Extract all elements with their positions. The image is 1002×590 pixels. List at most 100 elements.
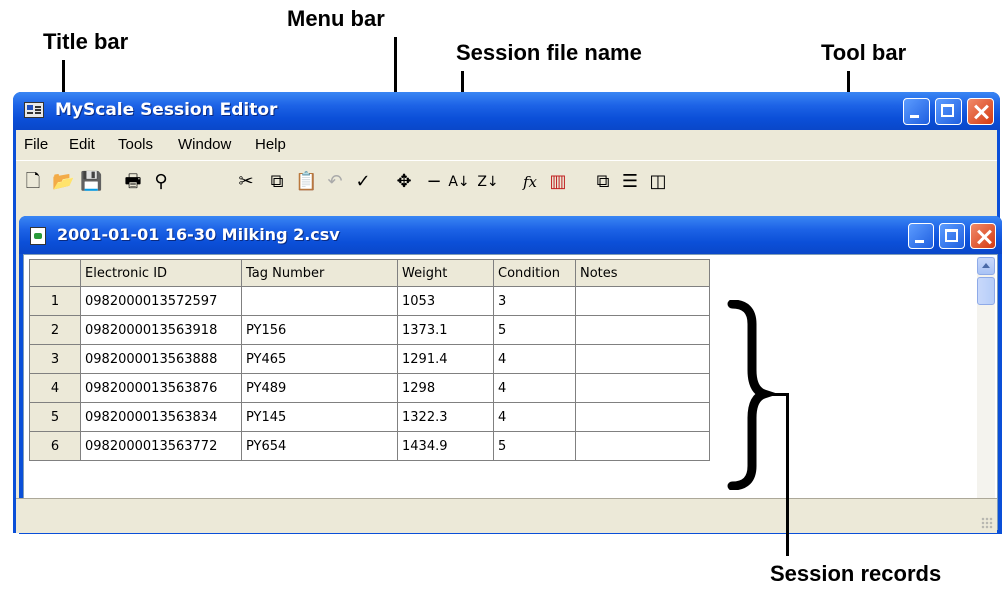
menu-help[interactable]: Help (255, 136, 286, 153)
menu-window[interactable]: Window (178, 136, 231, 153)
table-cell[interactable]: 1434.9 (397, 431, 494, 461)
table-cell[interactable]: 3 (493, 286, 576, 316)
table-row: 5 0982000013563834 PY145 1322.3 4 (29, 402, 710, 432)
table-cell[interactable]: PY654 (241, 431, 398, 461)
table-cell[interactable]: 1053 (397, 286, 494, 316)
table-row: 6 0982000013563772 PY654 1434.9 5 (29, 431, 710, 461)
corner-cell[interactable] (29, 259, 81, 287)
vertical-scrollbar[interactable] (977, 257, 995, 527)
table-cell[interactable]: 4 (493, 402, 576, 432)
new-icon[interactable]: 🗋 (22, 171, 44, 193)
save-icon[interactable]: 💾 (80, 171, 102, 193)
check-icon[interactable]: ✓ (352, 171, 374, 193)
tool-bar-callout: Tool bar (821, 40, 907, 65)
table-cell[interactable]: 1373.1 (397, 315, 494, 345)
session-records-callout-line (786, 393, 789, 556)
table-cell[interactable]: 1298 (397, 373, 494, 403)
remove-row-icon[interactable]: − (423, 171, 445, 193)
document-icon[interactable] (30, 227, 46, 245)
sort-descending-icon[interactable]: Z↓ (477, 171, 499, 193)
function-icon[interactable]: fx (519, 171, 541, 193)
undo-icon[interactable]: ↶ (324, 171, 346, 193)
menu-file[interactable]: File (24, 136, 48, 153)
table-cell[interactable]: PY145 (241, 402, 398, 432)
cut-icon[interactable]: ✂ (235, 171, 257, 193)
document-maximize-button[interactable] (939, 223, 965, 249)
row-number[interactable]: 2 (29, 315, 81, 345)
scroll-thumb[interactable] (977, 277, 995, 305)
table-cell[interactable] (575, 286, 710, 316)
maximize-button[interactable] (935, 98, 962, 125)
title-bar-callout: Title bar (43, 29, 129, 54)
status-bar (16, 498, 997, 533)
table-cell[interactable]: PY465 (241, 344, 398, 374)
session-file-name-callout: Session file name (456, 40, 642, 65)
column-header[interactable]: Notes (575, 259, 710, 287)
paste-icon[interactable]: 📋 (295, 171, 317, 193)
header-row: Electronic ID Tag Number Weight Conditio… (29, 259, 710, 287)
table-cell[interactable]: 4 (493, 344, 576, 374)
table-cell[interactable]: 0982000013563834 (80, 402, 242, 432)
table-cell[interactable]: 1291.4 (397, 344, 494, 374)
table-cell[interactable]: 0982000013563918 (80, 315, 242, 345)
table-cell[interactable]: 0982000013563876 (80, 373, 242, 403)
find-icon[interactable]: ⚲ (150, 171, 172, 193)
menu-edit[interactable]: Edit (69, 136, 95, 153)
client-area: File Edit Tools Window Help 🗋 📂 💾 🖶 ⚲ ✂ … (16, 130, 1002, 534)
table-cell[interactable]: 5 (493, 315, 576, 345)
open-icon[interactable]: 📂 (52, 171, 74, 193)
table-cell[interactable]: PY489 (241, 373, 398, 403)
tool-bar: 🗋 📂 💾 🖶 ⚲ ✂ ⧉ 📋 ↶ ✓ ✥ − A↓ Z↓ fx ▥ ⧉ ☰ ◫ (16, 161, 997, 205)
row-number[interactable]: 4 (29, 373, 81, 403)
add-row-icon[interactable]: ✥ (393, 171, 415, 193)
table-cell[interactable]: 4 (493, 373, 576, 403)
scroll-up-icon[interactable] (977, 257, 995, 275)
table-row: 2 0982000013563918 PY156 1373.1 5 (29, 315, 710, 345)
selected-cell[interactable]: PY123 (241, 286, 398, 316)
app-icon[interactable] (24, 102, 44, 118)
chart-icon[interactable]: ▥ (547, 171, 569, 193)
close-button[interactable] (967, 98, 994, 125)
sort-ascending-icon[interactable]: A↓ (448, 171, 470, 193)
tile-horizontal-icon[interactable]: ☰ (619, 171, 641, 193)
table-cell[interactable]: PY156 (241, 315, 398, 345)
column-header[interactable]: Weight (397, 259, 494, 287)
cascade-icon[interactable]: ⧉ (592, 171, 614, 193)
menu-bar-callout: Menu bar (287, 6, 385, 31)
column-header[interactable]: Tag Number (241, 259, 398, 287)
document-minimize-button[interactable] (908, 223, 934, 249)
column-header[interactable]: Electronic ID (80, 259, 242, 287)
copy-icon[interactable]: ⧉ (266, 171, 288, 193)
session-records-callout: Session records (770, 561, 942, 586)
document-window: 2001-01-01 16-30 Milking 2.csv Electroni… (19, 216, 1002, 534)
row-number[interactable]: 5 (29, 402, 81, 432)
menu-tools[interactable]: Tools (118, 136, 153, 153)
menu-bar: File Edit Tools Window Help (16, 130, 997, 160)
print-icon[interactable]: 🖶 (122, 171, 144, 193)
table-cell[interactable]: 5 (493, 431, 576, 461)
table-cell[interactable]: 0982000013563888 (80, 344, 242, 374)
table-row: 3 0982000013563888 PY465 1291.4 4 (29, 344, 710, 374)
table-cell[interactable] (575, 344, 710, 374)
document-close-button[interactable] (970, 223, 996, 249)
table-row: 4 0982000013563876 PY489 1298 4 (29, 373, 710, 403)
title-bar[interactable]: MyScale Session Editor (13, 92, 1000, 130)
column-header[interactable]: Condition (493, 259, 576, 287)
table-cell[interactable] (575, 431, 710, 461)
row-number[interactable]: 3 (29, 344, 81, 374)
table-cell[interactable]: 0982000013563772 (80, 431, 242, 461)
table-cell[interactable]: 0982000013572597 (80, 286, 242, 316)
document-title-bar[interactable]: 2001-01-01 16-30 Milking 2.csv (19, 216, 1002, 254)
table-row: 1 0982000013572597 PY123 1053 3 (29, 286, 710, 316)
minimize-button[interactable] (903, 98, 930, 125)
table-cell[interactable] (575, 315, 710, 345)
row-number[interactable]: 1 (29, 286, 81, 316)
records-table: Electronic ID Tag Number Weight Conditio… (29, 259, 710, 461)
table-cell[interactable] (575, 402, 710, 432)
row-number[interactable]: 6 (29, 431, 81, 461)
table-cell[interactable]: 1322.3 (397, 402, 494, 432)
session-grid: Electronic ID Tag Number Weight Conditio… (23, 254, 998, 530)
table-cell[interactable] (575, 373, 710, 403)
tile-vertical-icon[interactable]: ◫ (647, 171, 669, 193)
resize-grip-icon[interactable] (981, 517, 993, 529)
